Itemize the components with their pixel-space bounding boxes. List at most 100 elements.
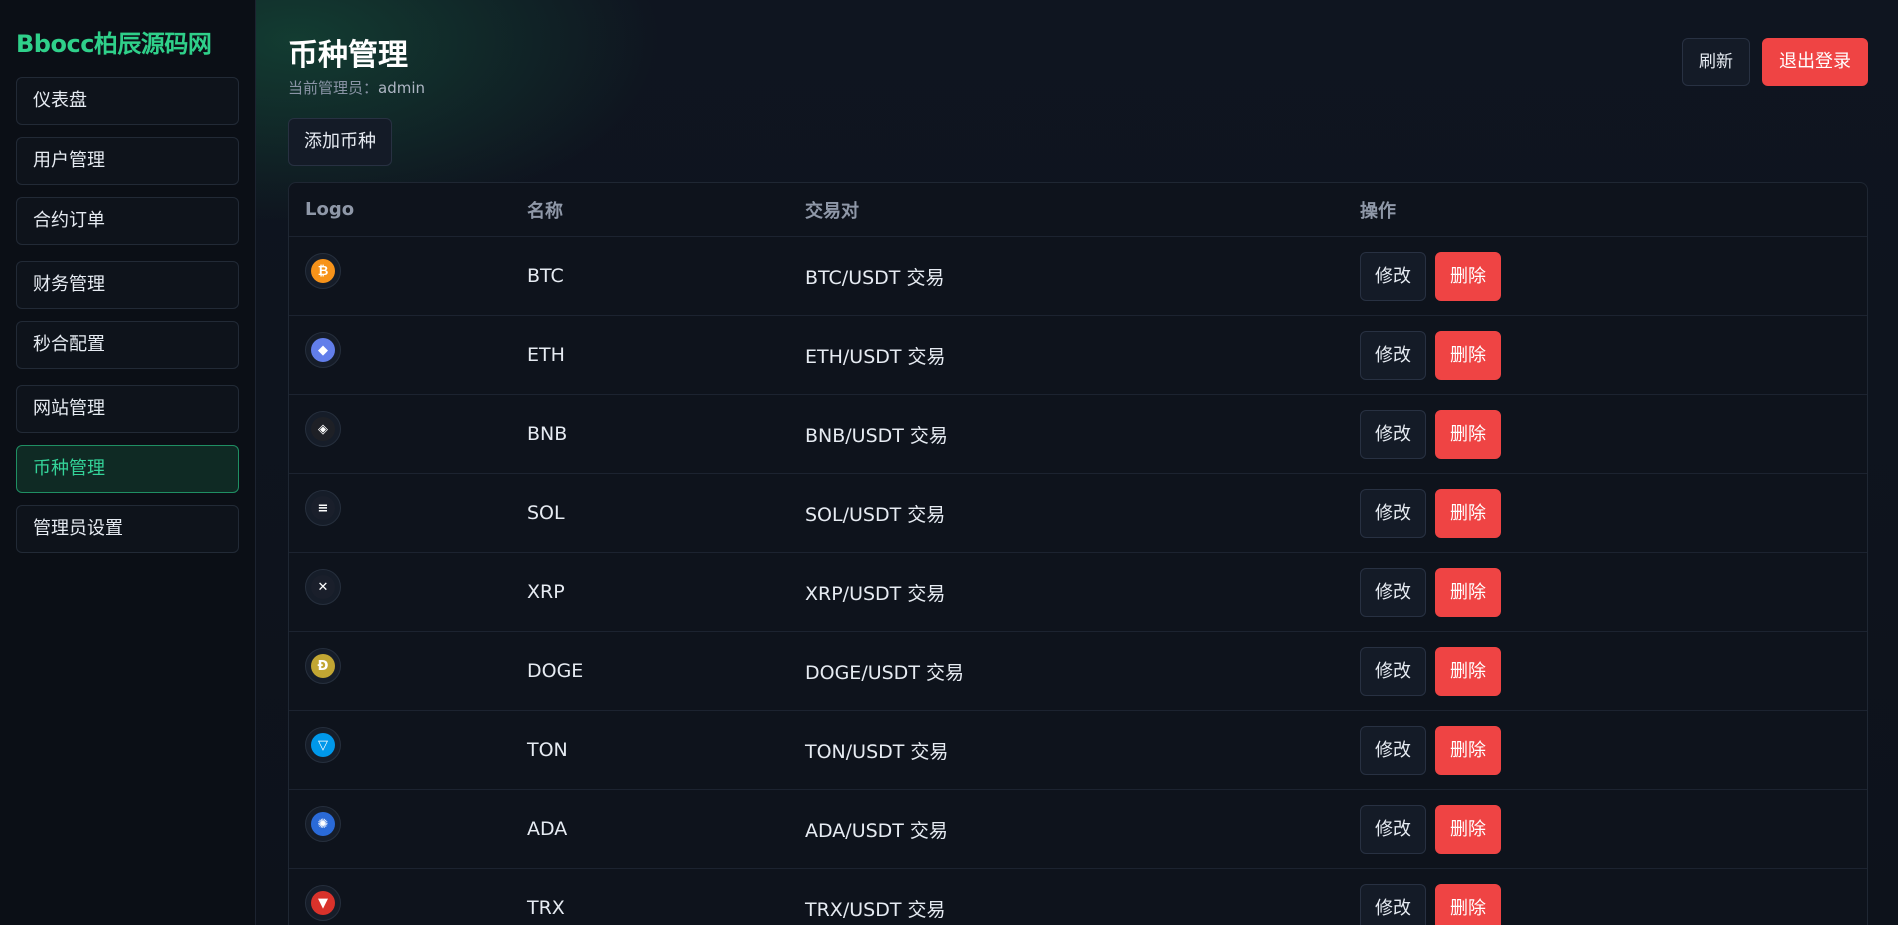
cell-trading-pair: ADA/USDT 交易 bbox=[789, 789, 1344, 869]
coin-table-card: Logo 名称 交易对 操作 ₿ BTC BTC/USDT 交易 修改 删除 ◆ ETH ET… bbox=[288, 182, 1868, 925]
row-actions: 修改 删除 bbox=[1360, 883, 1851, 925]
sidebar-item-contract-orders[interactable]: 合约订单 bbox=[16, 197, 239, 245]
coin-logo: ✕ bbox=[305, 569, 341, 605]
solana-icon: ≡ bbox=[311, 496, 335, 520]
logout-button[interactable]: 退出登录 bbox=[1762, 38, 1868, 86]
coin-logo: Ð bbox=[305, 648, 341, 684]
sidebar-item-dashboard[interactable]: 仪表盘 bbox=[16, 77, 239, 125]
cell-logo: Ð bbox=[289, 631, 511, 711]
table-row: ▽ TON TON/USDT 交易 修改 删除 bbox=[289, 710, 1867, 790]
table-row: ◈ BNB BNB/USDT 交易 修改 删除 bbox=[289, 394, 1867, 474]
coin-logo: ◆ bbox=[305, 332, 341, 368]
row-actions: 修改 删除 bbox=[1360, 409, 1851, 459]
cell-logo: ◈ bbox=[289, 394, 511, 474]
row-actions: 修改 删除 bbox=[1360, 725, 1851, 775]
row-actions: 修改 删除 bbox=[1360, 251, 1851, 301]
delete-button[interactable]: 删除 bbox=[1435, 804, 1501, 854]
coin-logo: ✺ bbox=[305, 806, 341, 842]
edit-button[interactable]: 修改 bbox=[1360, 883, 1426, 925]
row-actions: 修改 删除 bbox=[1360, 804, 1851, 854]
sidebar-group: 网站管理币种管理管理员设置 bbox=[16, 385, 239, 553]
cell-logo: ≡ bbox=[289, 473, 511, 553]
sidebar-item-seconds-contract-config[interactable]: 秒合配置 bbox=[16, 321, 239, 369]
edit-button[interactable]: 修改 bbox=[1360, 567, 1426, 617]
cell-logo: ₿ bbox=[289, 236, 511, 316]
cell-trading-pair: ETH/USDT 交易 bbox=[789, 315, 1344, 395]
row-actions: 修改 删除 bbox=[1360, 567, 1851, 617]
delete-button[interactable]: 删除 bbox=[1435, 883, 1501, 925]
doge-icon: Ð bbox=[311, 654, 335, 678]
sidebar-item-users[interactable]: 用户管理 bbox=[16, 137, 239, 185]
coin-logo: ≡ bbox=[305, 490, 341, 526]
cell-coin-name: XRP bbox=[511, 552, 789, 632]
bnb-icon: ◈ bbox=[311, 417, 335, 441]
cell-logo: ▽ bbox=[289, 710, 511, 790]
page-title: 币种管理 bbox=[288, 38, 408, 73]
column-header-pair: 交易对 bbox=[789, 183, 1344, 237]
coin-logo: ◈ bbox=[305, 411, 341, 447]
edit-button[interactable]: 修改 bbox=[1360, 804, 1426, 854]
brand-logo-text: Bbocc柏辰源码网 bbox=[16, 30, 212, 58]
delete-button[interactable]: 删除 bbox=[1435, 251, 1501, 301]
cell-actions: 修改 删除 bbox=[1344, 552, 1867, 632]
table-row: ≡ SOL SOL/USDT 交易 修改 删除 bbox=[289, 473, 1867, 553]
cell-actions: 修改 删除 bbox=[1344, 631, 1867, 711]
ton-icon: ▽ bbox=[311, 733, 335, 757]
delete-button[interactable]: 删除 bbox=[1435, 725, 1501, 775]
cell-trading-pair: XRP/USDT 交易 bbox=[789, 552, 1344, 632]
current-admin-line: 当前管理员：admin bbox=[288, 77, 425, 98]
tron-icon: ▼ bbox=[311, 891, 335, 915]
row-actions: 修改 删除 bbox=[1360, 488, 1851, 538]
delete-button[interactable]: 删除 bbox=[1435, 646, 1501, 696]
sidebar-item-site[interactable]: 网站管理 bbox=[16, 385, 239, 433]
delete-button[interactable]: 删除 bbox=[1435, 330, 1501, 380]
header-actions: 刷新 退出登录 bbox=[1682, 38, 1868, 86]
sidebar-item-finance[interactable]: 财务管理 bbox=[16, 261, 239, 309]
row-actions: 修改 删除 bbox=[1360, 646, 1851, 696]
main-content: 币种管理 当前管理员：admin 刷新 退出登录 添加币种 Logo 名称 交易… bbox=[256, 0, 1898, 925]
current-admin-name: admin bbox=[378, 79, 426, 97]
cell-coin-name: ADA bbox=[511, 789, 789, 869]
cell-trading-pair: SOL/USDT 交易 bbox=[789, 473, 1344, 553]
cell-coin-name: TON bbox=[511, 710, 789, 790]
xrp-icon: ✕ bbox=[311, 575, 335, 599]
edit-button[interactable]: 修改 bbox=[1360, 646, 1426, 696]
edit-button[interactable]: 修改 bbox=[1360, 409, 1426, 459]
delete-button[interactable]: 删除 bbox=[1435, 409, 1501, 459]
cell-coin-name: TRX bbox=[511, 868, 789, 925]
edit-button[interactable]: 修改 bbox=[1360, 251, 1426, 301]
column-header-actions: 操作 bbox=[1344, 183, 1867, 237]
table-row: ₿ BTC BTC/USDT 交易 修改 删除 bbox=[289, 236, 1867, 316]
coin-table-body: ₿ BTC BTC/USDT 交易 修改 删除 ◆ ETH ETH/USDT 交易 修改 删除 ◈ B… bbox=[289, 236, 1867, 925]
cell-trading-pair: DOGE/USDT 交易 bbox=[789, 631, 1344, 711]
edit-button[interactable]: 修改 bbox=[1360, 725, 1426, 775]
sidebar-item-admin-settings[interactable]: 管理员设置 bbox=[16, 505, 239, 553]
column-header-name: 名称 bbox=[511, 183, 789, 237]
cell-actions: 修改 删除 bbox=[1344, 236, 1867, 316]
delete-button[interactable]: 删除 bbox=[1435, 567, 1501, 617]
table-row: ✺ ADA ADA/USDT 交易 修改 删除 bbox=[289, 789, 1867, 869]
cell-coin-name: DOGE bbox=[511, 631, 789, 711]
cell-trading-pair: TRX/USDT 交易 bbox=[789, 868, 1344, 925]
edit-button[interactable]: 修改 bbox=[1360, 330, 1426, 380]
edit-button[interactable]: 修改 bbox=[1360, 488, 1426, 538]
cell-logo: ◆ bbox=[289, 315, 511, 395]
cell-logo: ✺ bbox=[289, 789, 511, 869]
add-coin-button[interactable]: 添加币种 bbox=[288, 118, 392, 166]
delete-button[interactable]: 删除 bbox=[1435, 488, 1501, 538]
bitcoin-icon: ₿ bbox=[311, 259, 335, 283]
coin-logo: ▽ bbox=[305, 727, 341, 763]
cell-actions: 修改 删除 bbox=[1344, 868, 1867, 925]
cell-actions: 修改 删除 bbox=[1344, 789, 1867, 869]
ethereum-icon: ◆ bbox=[311, 338, 335, 362]
row-actions: 修改 删除 bbox=[1360, 330, 1851, 380]
sidebar-group: 财务管理 秒合配置 bbox=[16, 261, 239, 369]
refresh-button[interactable]: 刷新 bbox=[1682, 38, 1750, 86]
cell-logo: ▼ bbox=[289, 868, 511, 925]
sidebar: Bbocc柏辰源码网 仪表盘用户管理合约订单财务管理秒合配置网站管理币种管理管理… bbox=[0, 0, 256, 925]
cardano-icon: ✺ bbox=[311, 812, 335, 836]
sidebar-item-coins[interactable]: 币种管理 bbox=[16, 445, 239, 493]
table-row: Ð DOGE DOGE/USDT 交易 修改 删除 bbox=[289, 631, 1867, 711]
cell-actions: 修改 删除 bbox=[1344, 473, 1867, 553]
sidebar-nav: 仪表盘用户管理合约订单财务管理秒合配置网站管理币种管理管理员设置 bbox=[16, 77, 239, 553]
